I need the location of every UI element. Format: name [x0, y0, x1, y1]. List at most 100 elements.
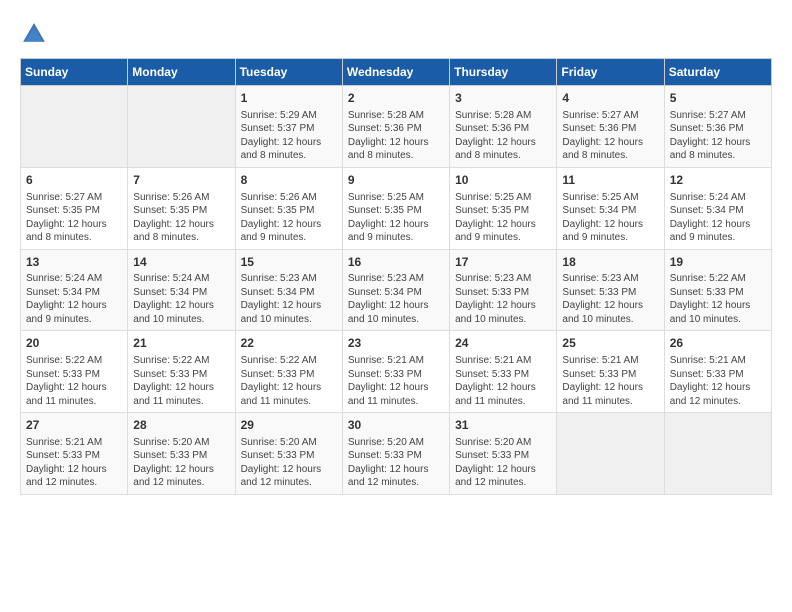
calendar-cell: 12 Sunrise: 5:24 AMSunset: 5:34 PMDayligh… — [664, 167, 771, 249]
page-header — [20, 20, 772, 48]
day-info: Sunrise: 5:21 AMSunset: 5:33 PMDaylight:… — [26, 436, 122, 490]
calendar-cell: 1Sunrise: 5:29 AMSunset: 5:37 PMDaylight… — [235, 86, 342, 168]
day-number: 5 — [670, 90, 766, 107]
calendar-cell: 5Sunrise: 5:27 AMSunset: 5:36 PMDaylight… — [664, 86, 771, 168]
day-number: 15 — [241, 254, 337, 271]
calendar-cell: 24Sunrise: 5:21 AMSunset: 5:33 PMDayligh… — [450, 331, 557, 413]
week-row-1: 1Sunrise: 5:29 AMSunset: 5:37 PMDaylight… — [21, 86, 772, 168]
calendar-cell — [128, 86, 235, 168]
day-info: Sunrise: 5:22 AMSunset: 5:33 PMDaylight:… — [241, 354, 337, 408]
calendar-cell: 9 Sunrise: 5:25 AMSunset: 5:35 PMDaylight… — [342, 167, 449, 249]
day-number: 17 — [455, 254, 551, 271]
day-number: 23 — [348, 335, 444, 352]
week-row-5: 27 Sunrise: 5:21 AMSunset: 5:33 PMDayligh… — [21, 413, 772, 495]
calendar-cell: 4Sunrise: 5:27 AMSunset: 5:36 PMDaylight… — [557, 86, 664, 168]
day-header-thursday: Thursday — [450, 59, 557, 86]
calendar-cell — [664, 413, 771, 495]
day-info: Sunrise: 5:23 AMSunset: 5:33 PMDaylight:… — [562, 272, 658, 326]
day-header-sunday: Sunday — [21, 59, 128, 86]
day-number: 18 — [562, 254, 658, 271]
day-number: 27 — [26, 417, 122, 434]
day-info: Sunrise: 5:24 AMSunset: 5:34 PMDaylight:… — [133, 272, 229, 326]
calendar-cell: 10 Sunrise: 5:25 AMSunset: 5:35 PMDayligh… — [450, 167, 557, 249]
day-number: 14 — [133, 254, 229, 271]
calendar-cell: 26 Sunrise: 5:21 AMSunset: 5:33 PMDayligh… — [664, 331, 771, 413]
day-info: Sunrise: 5:24 AMSunset: 5:34 PMDaylight:… — [670, 191, 766, 245]
logo-icon — [20, 20, 48, 48]
day-info: Sunrise: 5:25 AMSunset: 5:35 PMDaylight:… — [348, 191, 444, 245]
day-header-saturday: Saturday — [664, 59, 771, 86]
day-number: 3 — [455, 90, 551, 107]
day-number: 25 — [562, 335, 658, 352]
calendar-cell: 23Sunrise: 5:21 AMSunset: 5:33 PMDayligh… — [342, 331, 449, 413]
day-info: Sunrise: 5:24 AMSunset: 5:34 PMDaylight:… — [26, 272, 122, 326]
day-info: Sunrise: 5:20 AMSunset: 5:33 PMDaylight:… — [348, 436, 444, 490]
days-header-row: SundayMondayTuesdayWednesdayThursdayFrid… — [21, 59, 772, 86]
day-info: Sunrise: 5:25 AMSunset: 5:35 PMDaylight:… — [455, 191, 551, 245]
day-number: 16 — [348, 254, 444, 271]
day-info: Sunrise: 5:22 AMSunset: 5:33 PMDaylight:… — [133, 354, 229, 408]
logo — [20, 20, 52, 48]
day-info: Sunrise: 5:28 AMSunset: 5:36 PMDaylight:… — [455, 109, 551, 163]
calendar-cell: 25 Sunrise: 5:21 AMSunset: 5:33 PMDayligh… — [557, 331, 664, 413]
day-info: Sunrise: 5:21 AMSunset: 5:33 PMDaylight:… — [455, 354, 551, 408]
day-header-friday: Friday — [557, 59, 664, 86]
day-info: Sunrise: 5:20 AMSunset: 5:33 PMDaylight:… — [241, 436, 337, 490]
calendar-cell: 17Sunrise: 5:23 AMSunset: 5:33 PMDayligh… — [450, 249, 557, 331]
calendar-table: SundayMondayTuesdayWednesdayThursdayFrid… — [20, 58, 772, 495]
day-info: Sunrise: 5:27 AMSunset: 5:35 PMDaylight:… — [26, 191, 122, 245]
week-row-3: 13Sunrise: 5:24 AMSunset: 5:34 PMDayligh… — [21, 249, 772, 331]
day-info: Sunrise: 5:22 AMSunset: 5:33 PMDaylight:… — [670, 272, 766, 326]
calendar-cell: 20 Sunrise: 5:22 AMSunset: 5:33 PMDayligh… — [21, 331, 128, 413]
day-number: 12 — [670, 172, 766, 189]
day-header-monday: Monday — [128, 59, 235, 86]
day-header-wednesday: Wednesday — [342, 59, 449, 86]
calendar-cell: 30 Sunrise: 5:20 AMSunset: 5:33 PMDayligh… — [342, 413, 449, 495]
day-number: 26 — [670, 335, 766, 352]
calendar-cell: 31Sunrise: 5:20 AMSunset: 5:33 PMDayligh… — [450, 413, 557, 495]
day-info: Sunrise: 5:26 AMSunset: 5:35 PMDaylight:… — [241, 191, 337, 245]
calendar-cell: 7 Sunrise: 5:26 AMSunset: 5:35 PMDaylight… — [128, 167, 235, 249]
day-info: Sunrise: 5:21 AMSunset: 5:33 PMDaylight:… — [562, 354, 658, 408]
day-number: 10 — [455, 172, 551, 189]
calendar-cell: 22 Sunrise: 5:22 AMSunset: 5:33 PMDayligh… — [235, 331, 342, 413]
day-number: 2 — [348, 90, 444, 107]
calendar-cell: 8 Sunrise: 5:26 AMSunset: 5:35 PMDaylight… — [235, 167, 342, 249]
calendar-cell: 3 Sunrise: 5:28 AMSunset: 5:36 PMDaylight… — [450, 86, 557, 168]
day-info: Sunrise: 5:20 AMSunset: 5:33 PMDaylight:… — [133, 436, 229, 490]
calendar-cell: 18Sunrise: 5:23 AMSunset: 5:33 PMDayligh… — [557, 249, 664, 331]
day-number: 28 — [133, 417, 229, 434]
calendar-cell — [21, 86, 128, 168]
day-number: 9 — [348, 172, 444, 189]
day-info: Sunrise: 5:23 AMSunset: 5:33 PMDaylight:… — [455, 272, 551, 326]
day-number: 22 — [241, 335, 337, 352]
day-number: 30 — [348, 417, 444, 434]
day-info: Sunrise: 5:29 AMSunset: 5:37 PMDaylight:… — [241, 109, 337, 163]
calendar-cell: 15Sunrise: 5:23 AMSunset: 5:34 PMDayligh… — [235, 249, 342, 331]
day-number: 7 — [133, 172, 229, 189]
day-number: 19 — [670, 254, 766, 271]
day-number: 20 — [26, 335, 122, 352]
calendar-cell: 14Sunrise: 5:24 AMSunset: 5:34 PMDayligh… — [128, 249, 235, 331]
day-info: Sunrise: 5:28 AMSunset: 5:36 PMDaylight:… — [348, 109, 444, 163]
day-info: Sunrise: 5:22 AMSunset: 5:33 PMDaylight:… — [26, 354, 122, 408]
day-number: 31 — [455, 417, 551, 434]
day-number: 21 — [133, 335, 229, 352]
calendar-cell: 19Sunrise: 5:22 AMSunset: 5:33 PMDayligh… — [664, 249, 771, 331]
day-info: Sunrise: 5:23 AMSunset: 5:34 PMDaylight:… — [241, 272, 337, 326]
calendar-cell: 27 Sunrise: 5:21 AMSunset: 5:33 PMDayligh… — [21, 413, 128, 495]
day-info: Sunrise: 5:21 AMSunset: 5:33 PMDaylight:… — [670, 354, 766, 408]
day-info: Sunrise: 5:25 AMSunset: 5:34 PMDaylight:… — [562, 191, 658, 245]
day-info: Sunrise: 5:23 AMSunset: 5:34 PMDaylight:… — [348, 272, 444, 326]
calendar-cell: 2 Sunrise: 5:28 AMSunset: 5:36 PMDaylight… — [342, 86, 449, 168]
calendar-cell: 13Sunrise: 5:24 AMSunset: 5:34 PMDayligh… — [21, 249, 128, 331]
calendar-cell: 6 Sunrise: 5:27 AMSunset: 5:35 PMDaylight… — [21, 167, 128, 249]
calendar-cell: 28 Sunrise: 5:20 AMSunset: 5:33 PMDayligh… — [128, 413, 235, 495]
day-number: 6 — [26, 172, 122, 189]
day-info: Sunrise: 5:26 AMSunset: 5:35 PMDaylight:… — [133, 191, 229, 245]
calendar-cell — [557, 413, 664, 495]
calendar-cell: 11Sunrise: 5:25 AMSunset: 5:34 PMDayligh… — [557, 167, 664, 249]
calendar-cell: 29Sunrise: 5:20 AMSunset: 5:33 PMDayligh… — [235, 413, 342, 495]
day-number: 8 — [241, 172, 337, 189]
week-row-2: 6 Sunrise: 5:27 AMSunset: 5:35 PMDaylight… — [21, 167, 772, 249]
